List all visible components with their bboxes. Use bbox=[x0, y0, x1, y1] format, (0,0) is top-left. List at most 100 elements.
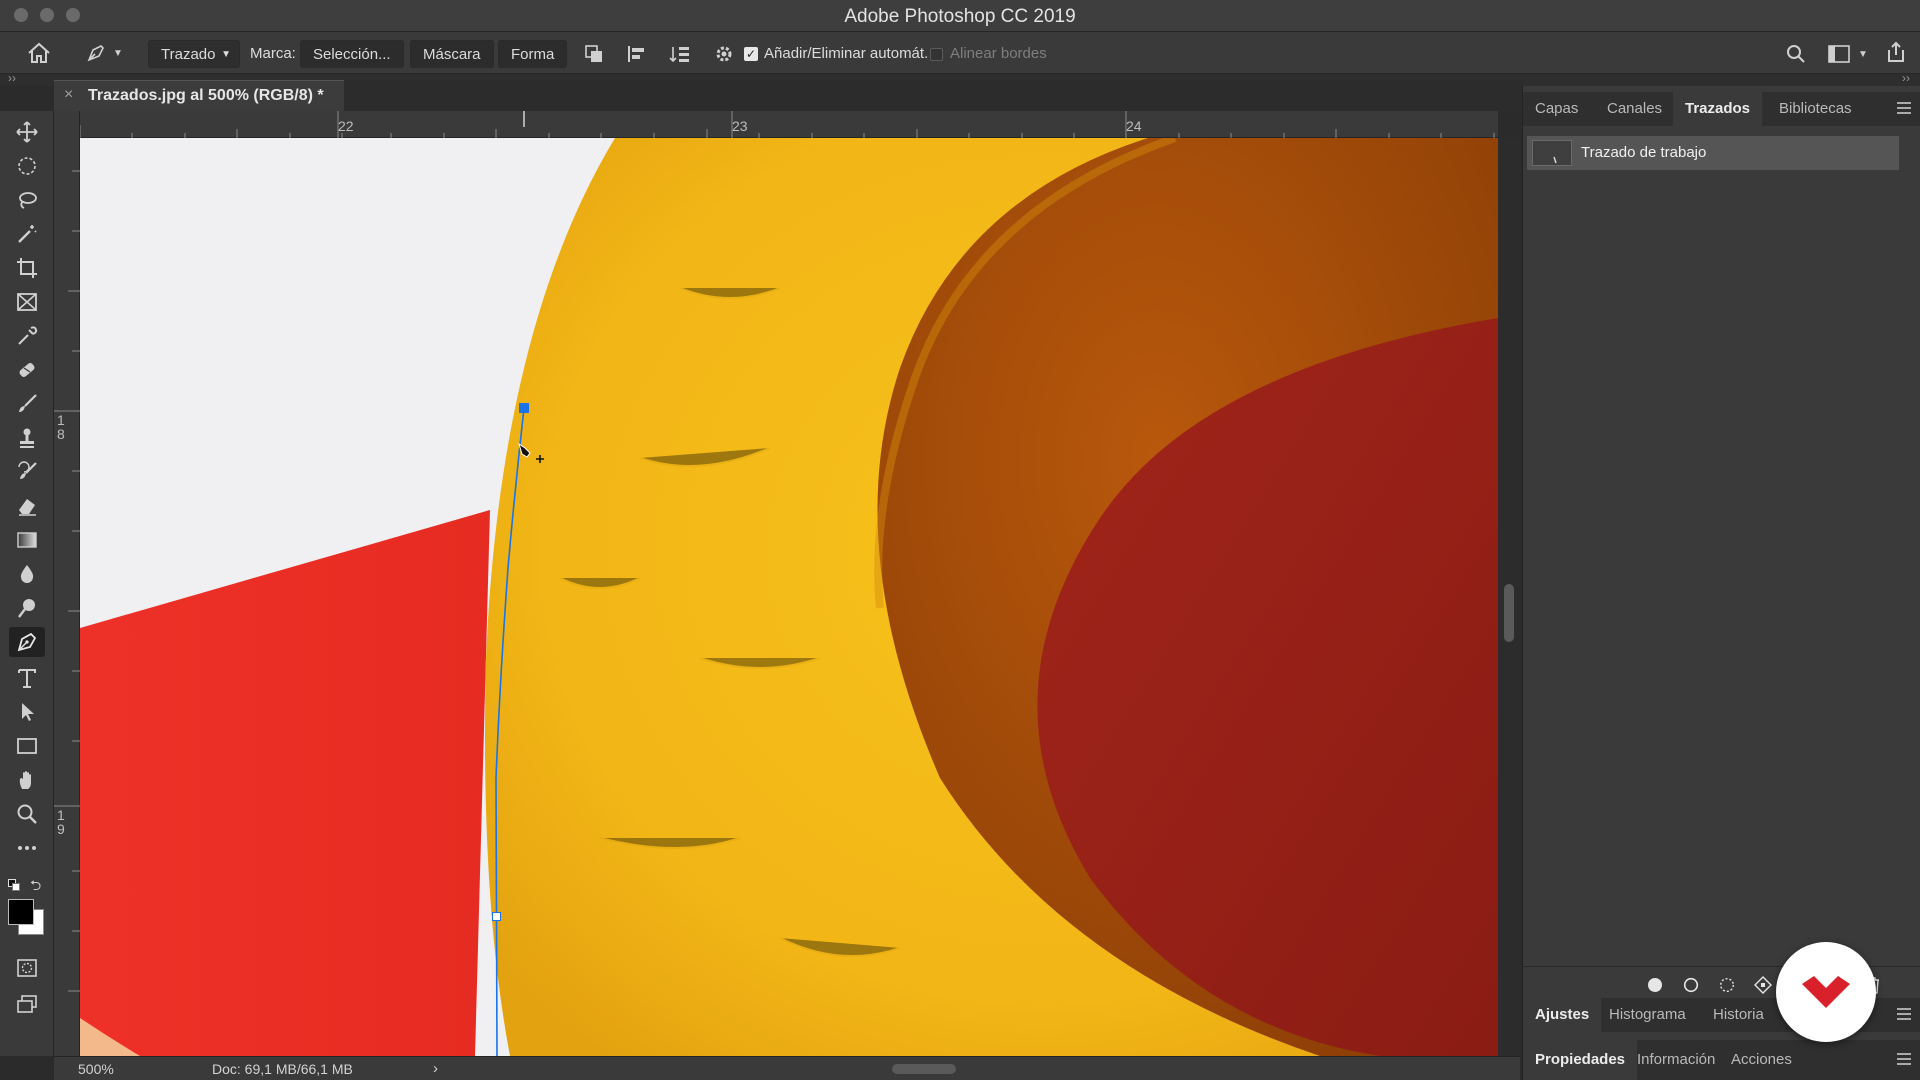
load-as-selection-icon[interactable] bbox=[1717, 975, 1737, 995]
align-edges-option[interactable]: Alinear bordes bbox=[930, 40, 1047, 68]
tab-propiedades[interactable]: Propiedades bbox=[1523, 1040, 1638, 1080]
shape-button[interactable]: Forma bbox=[498, 40, 568, 68]
pen-cursor-icon bbox=[516, 442, 546, 473]
properties-panel-tabs: Propiedades Información Acciones bbox=[1523, 1040, 1920, 1080]
path-thumbnail bbox=[1532, 140, 1572, 166]
path-arrangement-icon[interactable] bbox=[666, 40, 694, 68]
elliptical-marquee-tool-icon[interactable] bbox=[9, 151, 45, 181]
lasso-tool-icon[interactable] bbox=[9, 185, 45, 215]
tool-mode-value: Trazado bbox=[161, 46, 216, 63]
tab-trazados[interactable]: Trazados bbox=[1673, 92, 1763, 126]
path-operations-icon[interactable] bbox=[580, 40, 608, 68]
dodge-tool-icon[interactable] bbox=[9, 593, 45, 623]
ruler-label-23: 23 bbox=[732, 118, 748, 134]
document-tab-bar: × Trazados.jpg al 500% (RGB/8) * bbox=[54, 80, 1524, 111]
move-tool-icon[interactable] bbox=[9, 117, 45, 147]
path-alignment-icon[interactable] bbox=[622, 40, 650, 68]
align-edges-checkbox[interactable] bbox=[930, 47, 943, 61]
vertical-scroll-thumb[interactable] bbox=[1504, 584, 1514, 642]
auto-add-delete-checkbox[interactable]: ✓ bbox=[744, 47, 758, 61]
ruler-label-19: 1 9 bbox=[57, 807, 65, 837]
selected-anchor-point[interactable] bbox=[519, 403, 529, 413]
eyedropper-tool-icon[interactable] bbox=[9, 321, 45, 351]
workspace-switcher-icon[interactable]: ▼ bbox=[1826, 40, 1870, 68]
foreground-color-swatch[interactable] bbox=[8, 899, 34, 925]
path-name: Trazado de trabajo bbox=[1581, 144, 1707, 161]
window-title: Adobe Photoshop CC 2019 bbox=[844, 6, 1076, 27]
expand-toolbar-icon[interactable]: ›› bbox=[8, 71, 16, 85]
horizontal-scroll-thumb[interactable] bbox=[892, 1064, 956, 1074]
healing-brush-tool-icon[interactable] bbox=[9, 355, 45, 385]
pen-tool-preset-picker[interactable]: ▼ bbox=[80, 38, 128, 68]
history-brush-tool-icon[interactable] bbox=[9, 457, 45, 487]
search-icon[interactable] bbox=[1782, 40, 1810, 68]
tool-mode-select[interactable]: Trazado ▼ bbox=[148, 40, 240, 68]
mask-button[interactable]: Máscara bbox=[410, 40, 494, 68]
panel-menu-icon[interactable] bbox=[1897, 1053, 1911, 1065]
make-work-path-icon[interactable] bbox=[1753, 975, 1773, 995]
tab-bibliotecas[interactable]: Bibliotecas bbox=[1767, 92, 1864, 126]
chevron-down-icon: ▼ bbox=[221, 49, 231, 60]
screen-mode-icon[interactable] bbox=[9, 989, 45, 1019]
panel-menu-icon[interactable] bbox=[1897, 102, 1911, 114]
tab-canales[interactable]: Canales bbox=[1595, 92, 1674, 126]
tab-histograma[interactable]: Histograma bbox=[1597, 998, 1698, 1032]
frame-tool-icon[interactable] bbox=[9, 287, 45, 317]
document-canvas[interactable] bbox=[80, 138, 1498, 1056]
tab-acciones[interactable]: Acciones bbox=[1719, 1040, 1804, 1080]
tab-informacion[interactable]: Información bbox=[1625, 1040, 1727, 1080]
eraser-tool-icon[interactable] bbox=[9, 491, 45, 521]
path-selection-tool-icon[interactable] bbox=[9, 697, 45, 727]
vertical-scrollbar[interactable] bbox=[1498, 138, 1520, 1056]
ruler-label-18: 1 8 bbox=[57, 412, 65, 442]
default-colors-icon[interactable] bbox=[8, 879, 20, 891]
title-bar: Adobe Photoshop CC 2019 bbox=[0, 0, 1920, 32]
swap-colors-icon[interactable]: ⮌ bbox=[30, 875, 41, 899]
home-icon[interactable] bbox=[24, 38, 54, 68]
document-tab[interactable]: × Trazados.jpg al 500% (RGB/8) * bbox=[54, 80, 344, 111]
chevron-down-icon: ▼ bbox=[113, 47, 123, 59]
crop-tool-icon[interactable] bbox=[9, 253, 45, 283]
ruler-label-24: 24 bbox=[1126, 118, 1142, 134]
status-menu-arrow-icon[interactable]: › bbox=[433, 1060, 438, 1077]
selection-button[interactable]: Selección... bbox=[300, 40, 404, 68]
ruler-label-22: 22 bbox=[338, 118, 354, 134]
anchor-point[interactable] bbox=[492, 912, 501, 921]
path-list-item[interactable]: Trazado de trabajo bbox=[1527, 136, 1899, 170]
doc-size-info: Doc: 69,1 MB/66,1 MB bbox=[212, 1061, 353, 1077]
gradient-tool-icon[interactable] bbox=[9, 525, 45, 555]
quick-mask-icon[interactable] bbox=[9, 953, 45, 983]
close-document-icon[interactable]: × bbox=[64, 86, 73, 104]
more-tools-icon[interactable] bbox=[9, 833, 45, 863]
tab-historia[interactable]: Historia bbox=[1701, 998, 1776, 1032]
gear-icon[interactable] bbox=[710, 40, 738, 68]
stroke-path-icon[interactable] bbox=[1681, 975, 1701, 995]
share-icon[interactable] bbox=[1882, 38, 1910, 66]
hand-tool-icon[interactable] bbox=[9, 765, 45, 795]
tab-capas[interactable]: Capas bbox=[1523, 92, 1590, 126]
zoom-tool-icon[interactable] bbox=[9, 799, 45, 829]
clone-stamp-tool-icon[interactable] bbox=[9, 423, 45, 453]
pen-tool-icon[interactable] bbox=[9, 627, 45, 657]
status-bar: 500% Doc: 69,1 MB/66,1 MB › bbox=[54, 1056, 1520, 1080]
right-panel-dock: Capas Canales Trazados Bibliotecas Traza… bbox=[1522, 86, 1920, 1080]
mark-label: Marca: bbox=[250, 45, 296, 62]
horizontal-ruler: 22 23 24 bbox=[80, 111, 1498, 138]
auto-add-delete-option[interactable]: ✓ Añadir/Eliminar automát. bbox=[744, 40, 928, 68]
zoom-level[interactable]: 500% bbox=[78, 1061, 114, 1077]
chevron-down-icon: ▼ bbox=[1858, 48, 1868, 60]
fill-path-icon[interactable] bbox=[1645, 975, 1665, 995]
magic-wand-tool-icon[interactable] bbox=[9, 219, 45, 249]
work-path-curve[interactable] bbox=[495, 407, 525, 1056]
document-tab-title: Trazados.jpg al 500% (RGB/8) * bbox=[88, 87, 324, 104]
rectangle-tool-icon[interactable] bbox=[9, 731, 45, 761]
auto-add-delete-label: Añadir/Eliminar automát. bbox=[764, 45, 929, 62]
tab-ajustes[interactable]: Ajustes bbox=[1523, 998, 1602, 1032]
type-tool-icon[interactable] bbox=[9, 663, 45, 693]
panel-menu-icon[interactable] bbox=[1897, 1008, 1911, 1020]
tools-panel: ⮌ bbox=[0, 111, 54, 1056]
vertical-ruler: 1 8 1 9 bbox=[54, 111, 80, 1056]
brush-tool-icon[interactable] bbox=[9, 389, 45, 419]
collapse-panels-icon[interactable]: ›› bbox=[1902, 71, 1910, 85]
blur-tool-icon[interactable] bbox=[9, 559, 45, 589]
